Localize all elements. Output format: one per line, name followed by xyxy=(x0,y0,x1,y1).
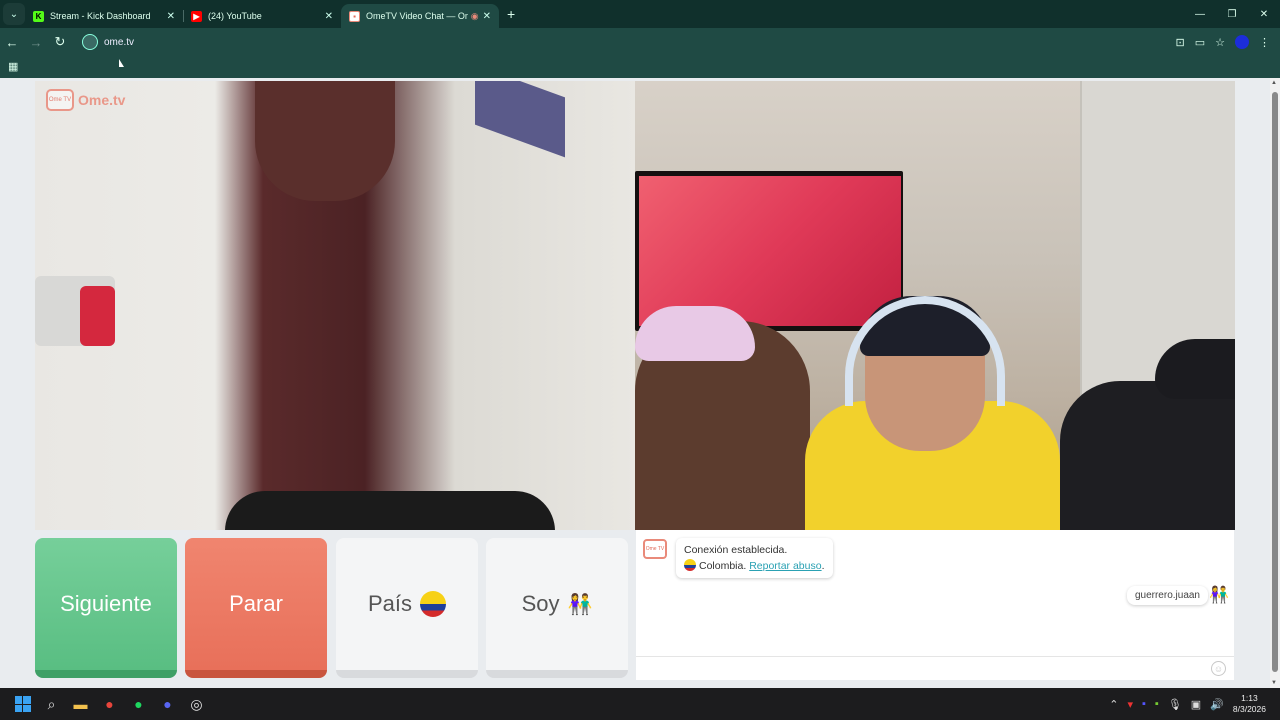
recording-icon: ◉ xyxy=(470,10,479,21)
tab-search-button[interactable]: ⌄ xyxy=(3,3,25,25)
gender-button[interactable]: Soy 👫 xyxy=(486,538,628,678)
menu-icon[interactable]: ⋮ xyxy=(1259,36,1270,49)
close-icon[interactable]: ✕ xyxy=(483,11,491,22)
window-controls: — ❐ ✕ xyxy=(1184,9,1280,20)
bookmark-star-icon[interactable]: ☆ xyxy=(1215,36,1225,49)
windows-taskbar: ⌕ ▬ ● ● ● ◎ ⌃ ▾ ▪ ▪ 🎙 ▣ 🔊 1:13 8/3/2026 xyxy=(0,688,1280,720)
cast-icon[interactable]: ▭ xyxy=(1195,36,1205,49)
tab-title: (24) YouTube xyxy=(208,11,262,21)
chat-message: guerrero.juaan xyxy=(1126,586,1208,605)
url-text: ome.tv xyxy=(104,36,135,48)
country-text: Colombia. xyxy=(699,560,747,572)
tray-app-icon[interactable]: ▾ xyxy=(1127,698,1133,711)
emoji-icon[interactable]: ☺ xyxy=(1211,661,1226,676)
file-explorer-icon[interactable]: ▬ xyxy=(66,688,95,720)
connection-text: Conexión establecida. xyxy=(684,544,788,556)
person-pants xyxy=(225,491,555,530)
network-icon[interactable]: ▣ xyxy=(1191,698,1201,711)
wall-screen xyxy=(475,81,565,158)
spotify-icon[interactable]: ● xyxy=(124,688,153,720)
search-icon[interactable]: ⌕ xyxy=(37,688,66,720)
ometv-logo: Ome TV Ome.tv xyxy=(46,89,125,111)
report-suffix: . xyxy=(821,560,825,572)
toolbar-actions: ⊡ ▭ ☆ ⋮ xyxy=(1176,35,1280,49)
site-info-icon[interactable] xyxy=(82,34,98,50)
tab-ometv[interactable]: ▪ OmeTV Video Chat — Ome ◉ ✕ xyxy=(341,4,499,28)
report-abuse-link[interactable]: Reportar abuso xyxy=(749,560,821,572)
ometv-icon: ▪ xyxy=(349,10,360,22)
volume-icon[interactable]: 🔊 xyxy=(1210,698,1224,711)
tab-kick[interactable]: K Stream - Kick Dashboard ✕ xyxy=(25,4,184,28)
country-label: País xyxy=(367,591,413,616)
new-tab-button[interactable]: + xyxy=(507,6,515,22)
back-icon[interactable]: ← xyxy=(0,35,24,50)
next-label: Siguiente xyxy=(60,591,152,616)
microphone-icon[interactable]: 🎙 xyxy=(1168,698,1182,711)
logo-text: Ome.tv xyxy=(78,92,126,108)
bookmarks-bar: ▦ xyxy=(0,56,1280,78)
discord-icon[interactable]: ● xyxy=(153,688,182,720)
clock[interactable]: 1:13 8/3/2026 xyxy=(1233,693,1266,715)
kick-icon: K xyxy=(33,10,44,22)
colombia-flag-icon xyxy=(684,559,696,571)
person-arm xyxy=(255,81,395,201)
person-right xyxy=(1060,381,1235,530)
chevron-up-icon[interactable]: ⌃ xyxy=(1109,698,1118,711)
youtube-icon: ▶ xyxy=(191,10,202,22)
system-message: Conexión establecida. Colombia. Reportar… xyxy=(676,538,833,578)
profile-avatar[interactable] xyxy=(1235,35,1249,49)
tab-title: OmeTV Video Chat — Ome xyxy=(366,11,468,21)
message-text: guerrero.juaan xyxy=(1134,590,1200,601)
stop-button[interactable]: Parar xyxy=(185,538,327,678)
restore-icon[interactable]: ❐ xyxy=(1216,9,1248,20)
scroll-thumb[interactable] xyxy=(1272,92,1278,672)
system-tray: ⌃ ▾ ▪ ▪ 🎙 ▣ 🔊 1:13 8/3/2026 xyxy=(1109,693,1280,715)
mouse-cursor xyxy=(119,59,124,67)
browser-toolbar: ← → ↻ ome.tv ⊡ ▭ ☆ ⋮ xyxy=(0,28,1280,56)
tray-app-icon[interactable]: ▪ xyxy=(1142,698,1146,710)
couple-avatar-icon: 👫 xyxy=(1209,587,1229,604)
chat-panel: Ome TV Conexión establecida. Colombia. R… xyxy=(636,530,1234,680)
windows-icon xyxy=(14,696,31,712)
date-text: 8/3/2026 xyxy=(1232,704,1266,714)
tab-youtube[interactable]: ▶ (24) YouTube ✕ xyxy=(183,4,341,28)
obs-icon[interactable]: ◎ xyxy=(182,688,211,720)
translate-icon[interactable]: ⊡ xyxy=(1176,36,1185,49)
tab-strip: ⌄ K Stream - Kick Dashboard ✕ ▶ (24) You… xyxy=(0,0,1280,28)
scroll-up-icon[interactable]: ▲ xyxy=(1271,80,1277,86)
close-icon[interactable]: ✕ xyxy=(325,11,333,22)
tab-title: Stream - Kick Dashboard xyxy=(50,11,151,21)
country-button[interactable]: País xyxy=(336,538,478,678)
forward-icon[interactable]: → xyxy=(24,35,48,50)
time-text: 1:13 xyxy=(1241,693,1258,703)
start-button[interactable] xyxy=(8,688,37,720)
page-scrollbar[interactable]: ▲ ▼ xyxy=(1270,78,1280,688)
minimize-icon[interactable]: — xyxy=(1184,9,1216,20)
close-window-icon[interactable]: ✕ xyxy=(1248,9,1280,20)
ometv-chat-icon: Ome TV xyxy=(643,539,667,559)
pink-cap xyxy=(635,306,755,361)
address-bar[interactable]: ome.tv xyxy=(78,31,1138,53)
next-button[interactable]: Siguiente xyxy=(35,538,177,678)
red-plug xyxy=(80,286,115,346)
tv-screen xyxy=(639,176,901,326)
reload-icon[interactable]: ↻ xyxy=(48,34,72,50)
self-video xyxy=(635,81,1235,530)
nvidia-icon[interactable]: ▪ xyxy=(1155,698,1159,710)
close-icon[interactable]: ✕ xyxy=(167,11,175,22)
apps-grid-icon[interactable]: ▦ xyxy=(8,60,18,73)
stop-label: Parar xyxy=(229,591,283,616)
colombia-flag-icon xyxy=(420,591,447,617)
gender-label: Soy xyxy=(521,591,560,616)
chat-input[interactable]: ☺ xyxy=(636,656,1234,680)
scroll-down-icon[interactable]: ▼ xyxy=(1271,680,1277,686)
ometv-tv-icon: Ome TV xyxy=(46,89,74,111)
couple-icon: 👫 xyxy=(567,593,593,616)
chrome-icon[interactable]: ● xyxy=(95,688,124,720)
stranger-video xyxy=(35,81,635,530)
